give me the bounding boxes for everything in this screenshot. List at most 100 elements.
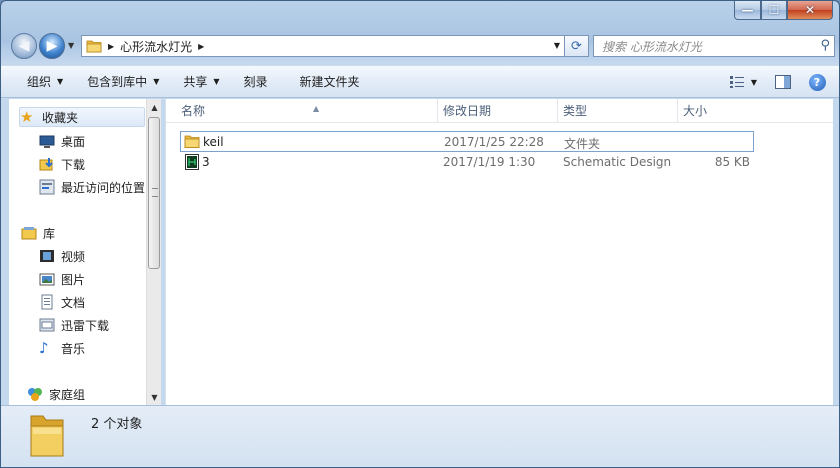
recent-places-icon (39, 179, 55, 195)
preview-pane-icon (775, 75, 791, 89)
file-size: 85 KB (714, 155, 750, 169)
preview-pane-button[interactable] (771, 70, 795, 94)
burn-button[interactable]: 刻录 (237, 70, 275, 94)
breadcrumb-separator-icon[interactable]: ▶ (198, 42, 204, 51)
sidebar-item-pictures[interactable]: 图片 (39, 269, 85, 289)
column-header-date[interactable]: 修改日期 (438, 99, 558, 123)
file-type: 文件夹 (564, 137, 601, 151)
navigation-bar: ◀ ▶ ▼ ▶ 心形流水灯光 ▶ ▼ ⟳ 搜索 心形流水灯光 ⚲ (9, 33, 835, 59)
file-list: 名称 ▲ 修改日期 类型 大小 keil 2017/1/25 22:28 文件夹 (165, 99, 833, 405)
view-options-dropdown-icon[interactable]: ▼ (751, 78, 757, 87)
breadcrumb-separator-icon[interactable]: ▶ (108, 42, 114, 51)
organize-button[interactable]: 组织 ▼ (20, 70, 70, 94)
view-controls: ▼ ? (721, 70, 829, 94)
sidebar-item-label: 库 (43, 226, 56, 241)
chevron-down-icon: ▼ (213, 77, 220, 86)
minimize-button[interactable]: — (734, 1, 761, 20)
help-button[interactable]: ? (805, 70, 829, 94)
column-header-label: 类型 (563, 104, 588, 118)
sidebar-item-label: 最近访问的位置 (61, 180, 146, 195)
navigation-pane: ★ 收藏夹 桌面 下载 最近访问的位置 库 视频 图片 文档 迅雷下载 ♪ 音乐… (9, 99, 161, 405)
refresh-button[interactable]: ⟳ (565, 35, 589, 57)
breadcrumb-current[interactable]: 心形流水灯光 (120, 38, 192, 55)
sidebar-item-videos[interactable]: 视频 (39, 246, 85, 266)
new-folder-label: 新建文件夹 (299, 75, 360, 89)
sidebar-item-desktop[interactable]: 桌面 (39, 131, 85, 151)
scroll-thumb[interactable] (148, 117, 160, 269)
refresh-icon: ⟳ (571, 38, 582, 54)
explorer-window: — ☐ ✕ ◀ ▶ ▼ ▶ 心形流水灯光 ▶ ▼ ⟳ 搜索 心形流水灯光 ⚲ 组… (0, 0, 840, 468)
item-count: 2 个对象 (91, 417, 143, 432)
videos-icon (40, 250, 54, 262)
sidebar-item-recent-places[interactable]: 最近访问的位置 (39, 177, 145, 197)
organize-label: 组织 (27, 75, 52, 89)
folder-icon (30, 415, 64, 457)
navigation-pane-scrollbar[interactable]: ▲ ▼ (146, 99, 161, 405)
sidebar-item-label: 视频 (61, 249, 86, 264)
folder-icon (86, 40, 102, 53)
search-box[interactable]: 搜索 心形流水灯光 ⚲ (593, 35, 835, 57)
maximize-button[interactable]: ☐ (761, 1, 787, 20)
sidebar-item-homegroup[interactable]: 家庭组 (27, 384, 85, 404)
help-icon: ? (808, 73, 826, 91)
folder-icon (184, 135, 200, 148)
burn-label: 刻录 (243, 75, 268, 89)
address-bar[interactable]: ▶ 心形流水灯光 ▶ ▼ (81, 35, 565, 57)
schematic-file-icon (185, 154, 199, 170)
sidebar-item-thunder-downloads[interactable]: 迅雷下载 (39, 315, 109, 335)
column-header-type[interactable]: 类型 (558, 99, 678, 123)
sidebar-item-label: 收藏夹 (42, 110, 79, 125)
address-history-dropdown[interactable]: ▼ (554, 41, 560, 50)
details-pane: 2 个对象 (1, 405, 839, 467)
file-type: Schematic Design (563, 155, 672, 169)
back-arrow-icon: ◀ (18, 38, 30, 54)
forward-button[interactable]: ▶ (39, 33, 65, 59)
scroll-down-icon[interactable]: ▼ (147, 389, 162, 405)
sidebar-item-libraries[interactable]: 库 (21, 223, 55, 243)
sidebar-item-label: 下载 (61, 157, 86, 172)
file-name: keil (203, 135, 224, 149)
new-folder-button[interactable]: 新建文件夹 (293, 70, 367, 94)
file-name: 3 (202, 155, 210, 169)
back-button[interactable]: ◀ (11, 33, 37, 59)
thunder-downloads-icon (39, 318, 55, 332)
share-label: 共享 (183, 75, 208, 89)
sidebar-item-downloads[interactable]: 下载 (39, 154, 85, 174)
file-date: 2017/1/19 1:30 (443, 155, 536, 169)
share-button[interactable]: 共享 ▼ (176, 70, 226, 94)
close-button[interactable]: ✕ (787, 1, 833, 20)
column-header-label: 修改日期 (443, 104, 492, 118)
search-placeholder[interactable]: 搜索 心形流水灯光 (594, 38, 702, 55)
column-headers: 名称 ▲ 修改日期 类型 大小 (166, 99, 833, 123)
column-header-size[interactable]: 大小 (678, 99, 758, 123)
file-row-3[interactable]: 3 2017/1/19 1:30 Schematic Design 85 KB (180, 152, 754, 173)
sidebar-item-documents[interactable]: 文档 (39, 292, 85, 312)
sidebar-item-label: 图片 (61, 272, 86, 287)
command-bar: 组织 ▼ 包含到库中 ▼ 共享 ▼ 刻录 新建文件夹 ▼ ? (1, 65, 839, 98)
file-row-keil[interactable]: keil 2017/1/25 22:28 文件夹 (180, 131, 754, 152)
include-in-library-label: 包含到库中 (87, 75, 148, 89)
sidebar-item-label: 音乐 (61, 341, 86, 356)
change-view-button[interactable] (725, 70, 749, 94)
column-header-name[interactable]: 名称 ▲ (176, 99, 438, 123)
recent-pages-dropdown[interactable]: ▼ (68, 41, 74, 50)
forward-arrow-icon: ▶ (46, 38, 58, 54)
column-header-label: 名称 (181, 104, 206, 118)
search-icon[interactable]: ⚲ (820, 38, 830, 53)
pictures-icon (39, 273, 55, 286)
include-in-library-button[interactable]: 包含到库中 ▼ (80, 70, 166, 94)
view-list-icon (729, 76, 744, 88)
scroll-up-icon[interactable]: ▲ (147, 99, 162, 115)
chevron-down-icon: ▼ (153, 77, 160, 86)
library-icon (21, 227, 37, 240)
scroll-grip-icon (152, 188, 158, 197)
star-icon: ★ (20, 108, 34, 126)
sort-ascending-icon: ▲ (313, 104, 320, 113)
sidebar-item-music[interactable]: ♪ 音乐 (39, 338, 85, 358)
column-header-label: 大小 (683, 104, 708, 118)
file-date: 2017/1/25 22:28 (444, 135, 544, 149)
desktop-icon (39, 135, 55, 148)
sidebar-item-favorites[interactable]: ★ 收藏夹 (19, 107, 145, 127)
homegroup-icon (28, 388, 42, 401)
chevron-down-icon: ▼ (57, 77, 64, 86)
